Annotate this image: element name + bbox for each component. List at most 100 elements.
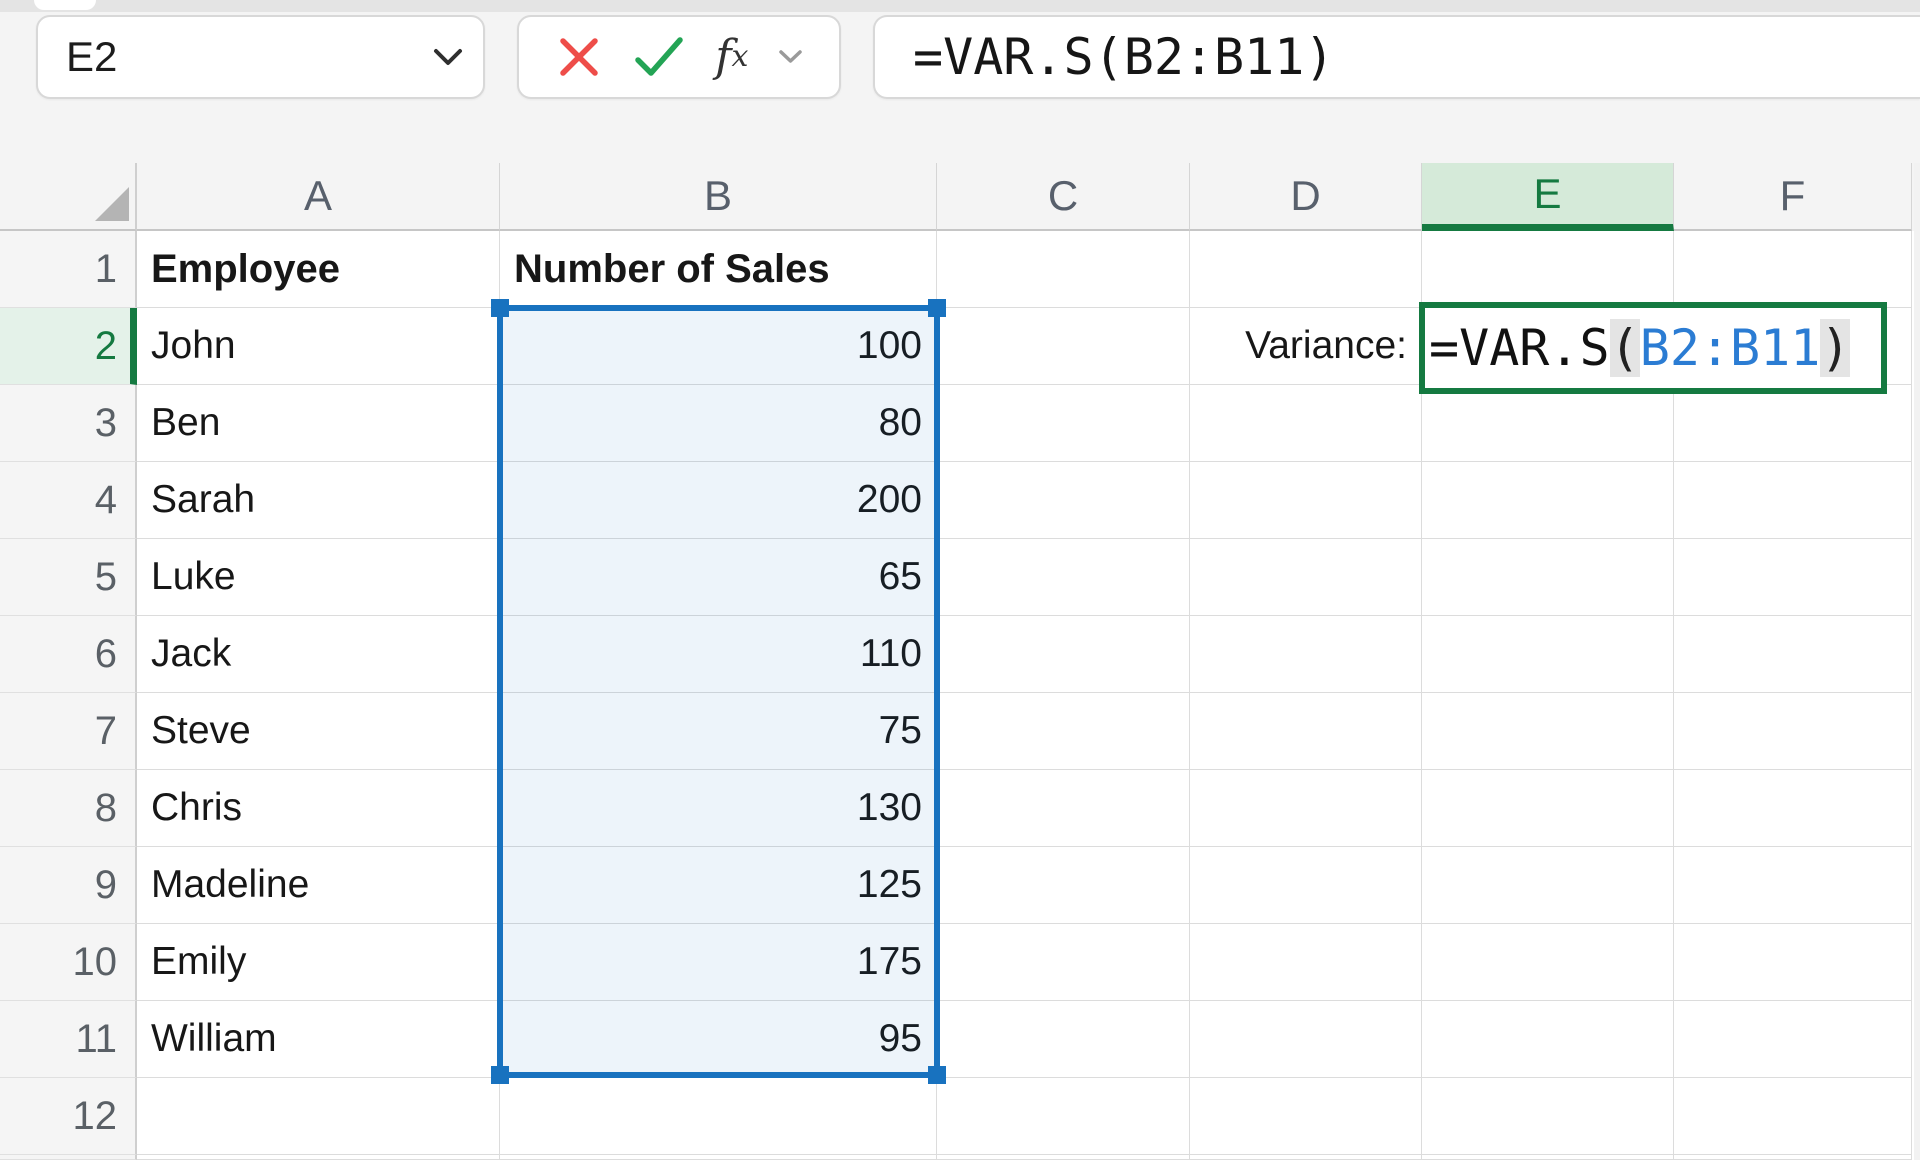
cell-C11[interactable]	[937, 1001, 1190, 1078]
cell-E11[interactable]	[1422, 1001, 1674, 1078]
cell-E3[interactable]	[1422, 385, 1674, 462]
cell-F9[interactable]	[1674, 847, 1912, 924]
cell-D7[interactable]	[1190, 693, 1422, 770]
cell-D12[interactable]	[1190, 1078, 1422, 1155]
formula-bar-value[interactable]: =VAR.S(B2:B11)	[875, 28, 1334, 86]
row-header-8[interactable]: 8	[0, 770, 137, 847]
formula-bar[interactable]: =VAR.S(B2:B11)	[873, 15, 1920, 99]
insert-function-fx-icon[interactable]: fx	[715, 35, 748, 79]
cell-E1[interactable]	[1422, 231, 1674, 308]
cell-A2[interactable]: John	[137, 308, 500, 385]
cell-C6[interactable]	[937, 616, 1190, 693]
cell-F10[interactable]	[1674, 924, 1912, 1001]
row-header-3[interactable]: 3	[0, 385, 137, 462]
cell-D5[interactable]	[1190, 539, 1422, 616]
cell-C7[interactable]	[937, 693, 1190, 770]
row-header-2[interactable]: 2	[0, 308, 137, 385]
cell-C2[interactable]	[937, 308, 1190, 385]
cell-F8[interactable]	[1674, 770, 1912, 847]
cell-A13[interactable]	[137, 1155, 500, 1160]
cell-A10[interactable]: Emily	[137, 924, 500, 1001]
name-box-chevron-icon[interactable]	[433, 48, 463, 67]
cell-B7[interactable]: 75	[500, 693, 937, 770]
cell-E13[interactable]	[1422, 1155, 1674, 1160]
cell-A4[interactable]: Sarah	[137, 462, 500, 539]
cell-E8[interactable]	[1422, 770, 1674, 847]
cell-B11[interactable]: 95	[500, 1001, 937, 1078]
cell-A3[interactable]: Ben	[137, 385, 500, 462]
cell-E6[interactable]	[1422, 616, 1674, 693]
cell-C8[interactable]	[937, 770, 1190, 847]
cell-F7[interactable]	[1674, 693, 1912, 770]
cell-F3[interactable]	[1674, 385, 1912, 462]
column-header-A[interactable]: A	[137, 163, 500, 231]
selection-handle-top-right[interactable]	[928, 299, 946, 317]
cell-D11[interactable]	[1190, 1001, 1422, 1078]
select-all-corner[interactable]	[0, 163, 137, 231]
cell-E4[interactable]	[1422, 462, 1674, 539]
cell-B8[interactable]: 130	[500, 770, 937, 847]
selection-handle-bottom-right[interactable]	[928, 1066, 946, 1084]
column-header-E[interactable]: E	[1422, 163, 1674, 231]
cell-A12[interactable]	[137, 1078, 500, 1155]
cell-F4[interactable]	[1674, 462, 1912, 539]
cell-A11[interactable]: William	[137, 1001, 500, 1078]
column-header-F[interactable]: F	[1674, 163, 1912, 231]
name-box[interactable]: E2	[36, 15, 485, 99]
active-cell-editor-E2[interactable]: =VAR.S ( B2:B11 )	[1419, 302, 1887, 394]
cell-B4[interactable]: 200	[500, 462, 937, 539]
cell-E10[interactable]	[1422, 924, 1674, 1001]
cell-F13[interactable]	[1674, 1155, 1912, 1160]
function-dropdown-chevron-icon[interactable]	[779, 49, 802, 65]
cell-B10[interactable]: 175	[500, 924, 937, 1001]
cell-B3[interactable]: 80	[500, 385, 937, 462]
cell-D6[interactable]	[1190, 616, 1422, 693]
column-header-B[interactable]: B	[500, 163, 937, 231]
column-header-D[interactable]: D	[1190, 163, 1422, 231]
cell-D8[interactable]	[1190, 770, 1422, 847]
cell-B13[interactable]	[500, 1155, 937, 1160]
cancel-icon[interactable]	[556, 34, 602, 80]
cell-D4[interactable]	[1190, 462, 1422, 539]
cell-D10[interactable]	[1190, 924, 1422, 1001]
cell-C13[interactable]	[937, 1155, 1190, 1160]
name-box-value[interactable]: E2	[38, 33, 433, 81]
row-header-11[interactable]: 11	[0, 1001, 137, 1078]
cell-B6[interactable]: 110	[500, 616, 937, 693]
cell-B9[interactable]: 125	[500, 847, 937, 924]
cell-C4[interactable]	[937, 462, 1190, 539]
confirm-icon[interactable]	[633, 35, 685, 79]
cell-A1[interactable]: Employee	[137, 231, 500, 308]
row-header-1[interactable]: 1	[0, 231, 137, 308]
cell-E5[interactable]	[1422, 539, 1674, 616]
cell-C5[interactable]	[937, 539, 1190, 616]
cell-C10[interactable]	[937, 924, 1190, 1001]
cell-A7[interactable]: Steve	[137, 693, 500, 770]
cell-F12[interactable]	[1674, 1078, 1912, 1155]
cell-D13[interactable]	[1190, 1155, 1422, 1160]
row-header-13[interactable]	[0, 1155, 137, 1160]
row-header-10[interactable]: 10	[0, 924, 137, 1001]
selection-handle-top-left[interactable]	[491, 299, 509, 317]
row-header-12[interactable]: 12	[0, 1078, 137, 1155]
cell-C3[interactable]	[937, 385, 1190, 462]
cell-D9[interactable]	[1190, 847, 1422, 924]
cell-F6[interactable]	[1674, 616, 1912, 693]
cell-A9[interactable]: Madeline	[137, 847, 500, 924]
cell-A5[interactable]: Luke	[137, 539, 500, 616]
cell-D2[interactable]: Variance:	[1190, 308, 1422, 385]
cell-A6[interactable]: Jack	[137, 616, 500, 693]
cell-C1[interactable]	[937, 231, 1190, 308]
cell-D1[interactable]	[1190, 231, 1422, 308]
column-header-C[interactable]: C	[937, 163, 1190, 231]
cell-E12[interactable]	[1422, 1078, 1674, 1155]
cell-C9[interactable]	[937, 847, 1190, 924]
cell-B2[interactable]: 100	[500, 308, 937, 385]
cell-E7[interactable]	[1422, 693, 1674, 770]
cell-C12[interactable]	[937, 1078, 1190, 1155]
cell-B12[interactable]	[500, 1078, 937, 1155]
cell-D3[interactable]	[1190, 385, 1422, 462]
cell-A8[interactable]: Chris	[137, 770, 500, 847]
row-header-4[interactable]: 4	[0, 462, 137, 539]
row-header-7[interactable]: 7	[0, 693, 137, 770]
